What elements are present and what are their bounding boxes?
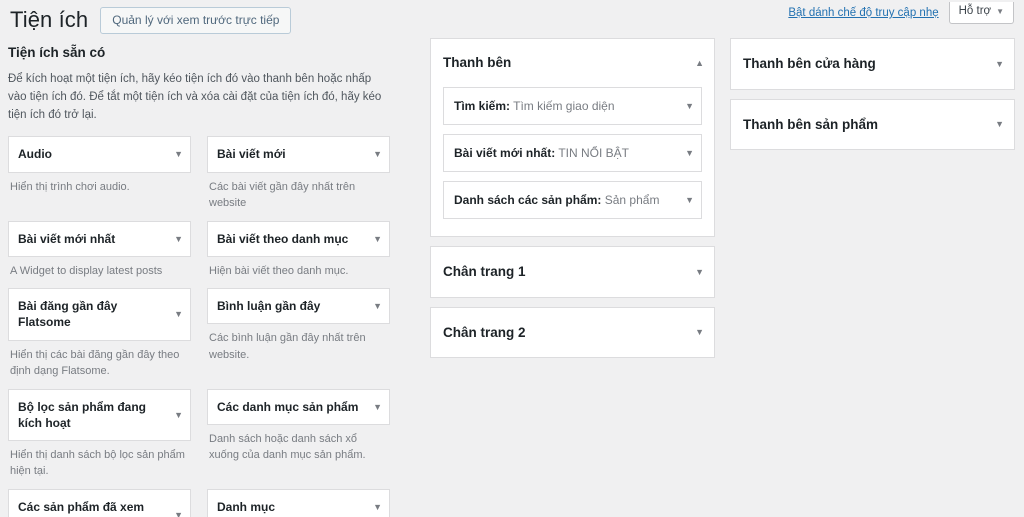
available-widget-name: Các sản phẩm đã xem gần đây [18,499,145,517]
manage-with-live-preview-button[interactable]: Quản lý với xem trước trực tiếp [100,6,292,34]
chevron-down-icon: ▼ [996,7,1004,16]
assigned-widget-item[interactable]: Bài viết mới nhất: TIN NỔI BẬT ▼ [443,133,702,172]
available-widget-box[interactable]: Bài viết mới ▼ [207,136,390,173]
chevron-down-icon[interactable]: ▼ [373,148,382,160]
page-header: Tiện ích Quản lý với xem trước trực tiếp [10,6,292,35]
available-widget-box[interactable]: Bài viết mới nhất ▼ [8,220,191,257]
assigned-widget-title: Sản phẩm [604,192,660,207]
chevron-down-icon[interactable]: ▼ [373,233,382,245]
available-widget-description: Hiện bài viết theo danh mục. [209,264,349,277]
sidebar-panel-header[interactable]: Thanh bên sản phẩm ▼ [731,100,1014,150]
assigned-widget-item[interactable]: Danh sách các sản phẩm: Sản phẩm ▼ [443,180,702,220]
sidebar-panel-title: Chân trang 1 [443,264,526,280]
assigned-widget-title: Tìm kiếm giao diện [513,98,615,113]
chevron-down-icon[interactable]: ▼ [685,147,694,159]
available-widget-name: Danh mục [217,499,276,514]
available-widget-description: Các bình luận gần đây nhất trên website. [209,332,366,361]
available-widget-description: Hiển thị trình chơi audio. [10,180,130,193]
assigned-widget-name: Bài viết mới nhất: [454,145,556,160]
available-widgets-description: Để kích hoạt một tiện ích, hãy kéo tiện … [8,72,382,121]
available-widget-item: Danh mục▼Một danh sách hoặc danh mục thả… [207,488,390,517]
sidebar-panel-title: Thanh bên [443,55,512,70]
available-widget-item: Bộ lọc sản phẩm đang kích hoạt ▼ Hiển thị … [8,388,191,480]
available-widget-box[interactable]: Bộ lọc sản phẩm đang kích hoạt ▼ [8,388,191,441]
available-widget-name: Bình luận gần đây [217,299,321,314]
available-widget-box[interactable]: Các sản phẩm đã xem gần đây ▼ [8,488,191,517]
available-widget-item: Các sản phẩm đã xem gần đây▼Hiện danh sá… [8,488,191,517]
available-widget-name: Bộ lọc sản phẩm đang kích hoạt [18,399,147,430]
available-widget-description: Các bài viết gần đây nhất trên website [209,180,356,210]
available-widget-name: Các danh mục sản phẩm [217,399,359,414]
help-button-label: Hỗ trợ [958,5,992,18]
available-widget-description: Danh sách hoặc danh sách xổ xuống của da… [209,432,366,462]
chevron-down-icon[interactable]: ▼ [174,233,183,245]
chevron-down-icon[interactable]: ▼ [174,148,183,160]
sidebar-panel: Thanh bên ▲ Tìm kiếm: Tìm kiếm giao diện ▼ B… [430,38,715,238]
available-widget-description: Hiển thị danh sách bộ lọc sản phẩm hiện … [10,448,185,478]
available-widget-name: Bài viết mới nhất [18,231,116,246]
page-title: Tiện ích [10,7,89,32]
assigned-widget-title: TIN NỔI BẬT [558,145,630,160]
sidebar-panel-header[interactable]: Thanh bên cửa hàng ▼ [731,39,1014,89]
available-widget-name: Bài viết theo danh mục [217,231,349,246]
accessibility-mode-link[interactable]: Bật dánh chế độ truy cập nhẹ [788,7,938,19]
widgets-admin-page: Bật dánh chế độ truy cập nhẹ Hỗ trợ ▼ Ti… [0,0,1024,517]
available-widgets-heading: Tiện ích sẵn có [8,45,106,60]
available-widget-item: Bài viết mới nhất ▼ A Widget to display la… [8,220,191,280]
available-widget-box[interactable]: Bình luận gần đây ▼ [207,288,390,325]
sidebar-column-middle: Thanh bên ▲ Tìm kiếm: Tìm kiếm giao diện ▼ B… [430,38,715,367]
assigned-widget-name: Danh sách các sản phẩm: [454,192,602,207]
chevron-down-icon[interactable]: ▼ [373,401,382,413]
chevron-up-icon[interactable]: ▲ [695,58,704,68]
sidebar-panel: Chân trang 2 ▼ [430,306,715,359]
chevron-down-icon[interactable]: ▼ [174,509,183,517]
sidebar-panel-body: Tìm kiếm: Tìm kiếm giao diện ▼ Bài viết mớ… [431,86,714,237]
available-widget-item: Bài viết mới ▼ Các bài viết gần đây nhất t… [207,136,390,211]
chevron-down-icon[interactable]: ▼ [174,308,183,320]
sidebar-panel-header[interactable]: Chân trang 1 ▼ [431,247,714,297]
available-widget-box[interactable]: Audio ▼ [8,136,191,173]
sidebar-column-right: Thanh bên cửa hàng ▼ Thanh bên sản phẩm ▼ [730,38,1015,159]
chevron-down-icon[interactable]: ▼ [995,119,1004,129]
assigned-widget-item[interactable]: Tìm kiếm: Tìm kiếm giao diện ▼ [443,86,702,125]
assigned-widget-name: Tìm kiếm: [454,98,511,113]
chevron-down-icon[interactable]: ▼ [174,409,183,421]
sidebar-panel: Thanh bên cửa hàng ▼ [730,38,1015,90]
available-widget-name: Audio [18,147,52,162]
available-widget-name: Bài viết mới [217,147,286,162]
chevron-down-icon[interactable]: ▼ [695,327,704,337]
available-widget-item: Các danh mục sản phẩm ▼ Danh sách hoặc dan… [207,388,390,480]
chevron-down-icon[interactable]: ▼ [685,194,694,206]
sidebar-panel-title: Chân trang 2 [443,324,526,340]
available-widgets-section: Tiện ích sẵn có Để kích hoạt một tiện íc… [8,44,391,517]
available-widget-description: Hiển thị các bài đăng gần đây theo định … [10,348,180,378]
available-widget-item: Bình luận gần đây ▼ Các bình luận gần đây … [207,288,390,379]
sidebar-panel-header[interactable]: Chân trang 2 ▼ [431,308,714,358]
available-widget-item: Bài đăng gần đây Flatsome ▼ Hiển thị các b… [8,288,191,379]
available-widgets-grid: Audio ▼ Hiển thị trình chơi audio. Bài viết… [8,136,391,517]
sidebar-panel: Chân trang 1 ▼ [430,246,715,298]
chevron-down-icon[interactable]: ▼ [695,267,704,277]
help-button[interactable]: Hỗ trợ ▼ [948,2,1014,24]
available-widget-box[interactable]: Các danh mục sản phẩm ▼ [207,388,390,425]
available-widget-description: A Widget to display latest posts [10,264,163,277]
available-widget-box[interactable]: Bài viết theo danh mục ▼ [207,220,390,257]
sidebar-panel-title: Thanh bên cửa hàng [743,56,876,71]
chevron-down-icon[interactable]: ▼ [373,501,382,513]
sidebar-panel: Thanh bên sản phẩm ▼ [730,98,1015,151]
chevron-down-icon[interactable]: ▼ [373,300,382,312]
available-widget-name: Bài đăng gần đây Flatsome [18,299,118,330]
chevron-down-icon[interactable]: ▼ [995,59,1004,69]
sidebar-panel-title: Thanh bên sản phẩm [743,116,879,132]
available-widget-box[interactable]: Danh mục ▼ [207,488,390,517]
sidebar-panel-header[interactable]: Thanh bên ▲ [431,39,714,87]
available-widget-box[interactable]: Bài đăng gần đây Flatsome ▼ [8,288,191,341]
available-widget-item: Bài viết theo danh mục ▼ Hiện bài viết the… [207,220,390,280]
chevron-down-icon[interactable]: ▼ [685,100,694,112]
available-widget-item: Audio ▼ Hiển thị trình chơi audio. [8,136,191,211]
